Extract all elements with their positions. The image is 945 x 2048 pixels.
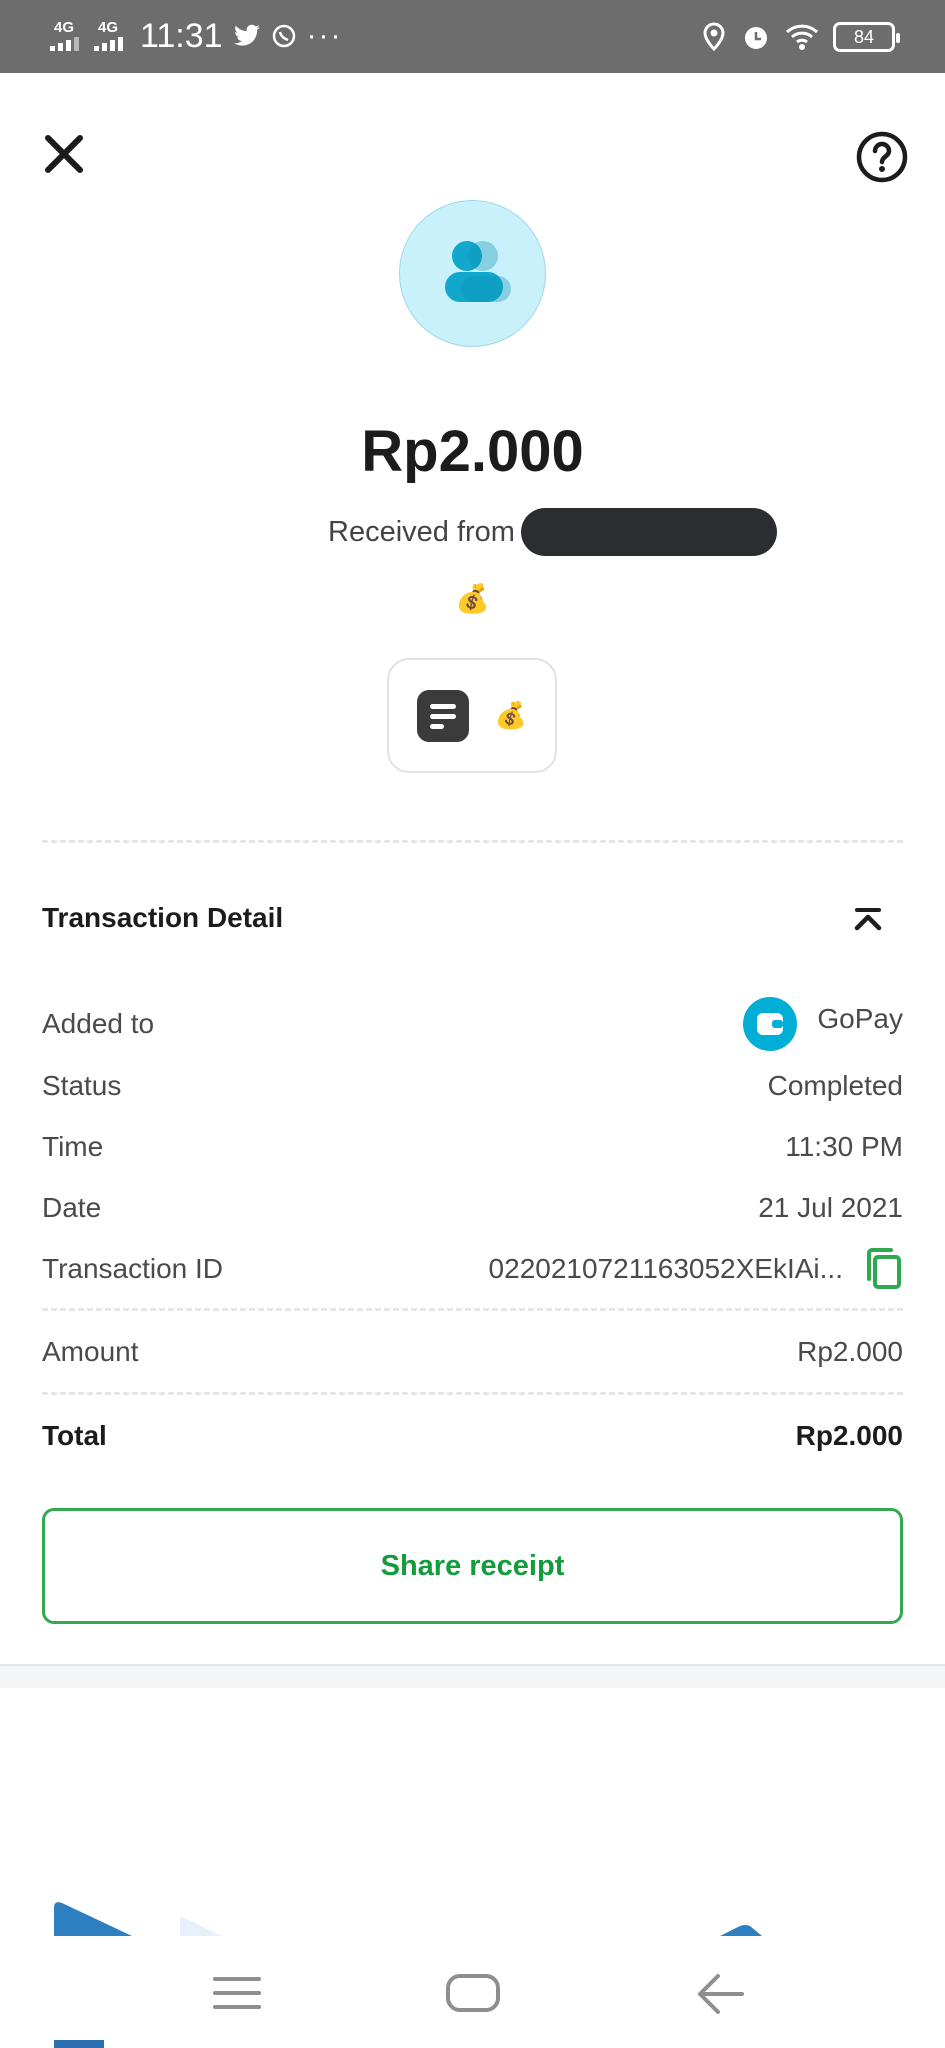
redacted-sender-name: [520, 508, 777, 556]
detail-row-transaction-id: Transaction ID 0220210721163052XEkIAi...: [42, 1247, 903, 1291]
gopay-wallet-icon: [743, 997, 798, 1051]
more-notifications-icon: ···: [306, 19, 343, 52]
location-icon: [703, 22, 725, 52]
transaction-amount: Rp2.000: [361, 419, 584, 484]
detail-row-amount: Amount Rp2.000: [42, 1330, 903, 1374]
detail-row-date: Date 21 Jul 2021: [42, 1186, 903, 1230]
network-type-1: 4G: [54, 19, 75, 36]
received-from: Received from: [328, 508, 777, 556]
total-value: Rp2.000: [795, 1420, 903, 1451]
home-icon[interactable]: [446, 1974, 500, 2012]
amount-label: Amount: [42, 1336, 139, 1367]
back-icon[interactable]: [696, 1972, 746, 2016]
detail-row-total: Total Rp2.000: [42, 1414, 903, 1458]
divider: [42, 1392, 903, 1395]
system-nav-bar: [0, 1936, 945, 2048]
note-emoji: 💰: [494, 700, 528, 730]
row-label: Status: [42, 1070, 122, 1101]
transaction-id-value: 0220210721163052XEkIAi...: [488, 1253, 843, 1284]
promo-banner-peek: [54, 1902, 762, 1936]
divider: [42, 840, 903, 843]
detail-row-time: Time 11:30 PM: [42, 1125, 903, 1169]
alarm-icon: [745, 27, 767, 49]
close-icon[interactable]: [40, 130, 88, 178]
twitter-icon: [233, 24, 260, 46]
divider: [42, 1308, 903, 1311]
chevron-up-icon[interactable]: [851, 906, 885, 936]
row-label: Date: [42, 1192, 102, 1223]
row-value: Completed: [767, 1070, 903, 1101]
banner-edge: [54, 2040, 104, 2048]
total-label: Total: [42, 1420, 107, 1451]
sender-avatar: [399, 200, 546, 347]
amount-value: Rp2.000: [797, 1336, 903, 1367]
wifi-icon: [785, 24, 819, 50]
signal-icon-2: 4G: [92, 19, 126, 53]
signal-icon-1: 4G: [48, 19, 82, 53]
clock: 11:31: [140, 16, 223, 55]
note-card[interactable]: 💰: [387, 658, 557, 773]
row-label: Transaction ID: [42, 1253, 224, 1284]
detail-row-status: Status Completed: [42, 1064, 903, 1108]
message-emoji: 💰: [455, 583, 490, 614]
network-type-2: 4G: [98, 19, 119, 36]
row-value: 21 Jul 2021: [758, 1192, 903, 1223]
help-icon[interactable]: [855, 130, 909, 184]
received-from-label: Received from: [328, 515, 515, 548]
copy-icon[interactable]: [863, 1247, 903, 1291]
battery-indicator: 84: [833, 22, 900, 52]
share-receipt-button[interactable]: Share receipt: [42, 1508, 903, 1624]
detail-row-added-to: Added to GoPay: [42, 997, 903, 1051]
row-label: Time: [42, 1131, 104, 1162]
section-title: Transaction Detail: [42, 902, 284, 933]
recent-apps-icon[interactable]: [213, 1976, 261, 2010]
whatsapp-icon: [272, 24, 295, 48]
section-divider: [0, 1664, 945, 1688]
row-value: GoPay: [817, 1003, 903, 1034]
people-icon: [444, 240, 511, 302]
status-bar: 4G 4G 11:31 ··· 84: [0, 0, 945, 73]
note-icon: [416, 689, 469, 742]
row-label: Added to: [42, 1008, 155, 1039]
row-value: 11:30 PM: [785, 1131, 903, 1162]
